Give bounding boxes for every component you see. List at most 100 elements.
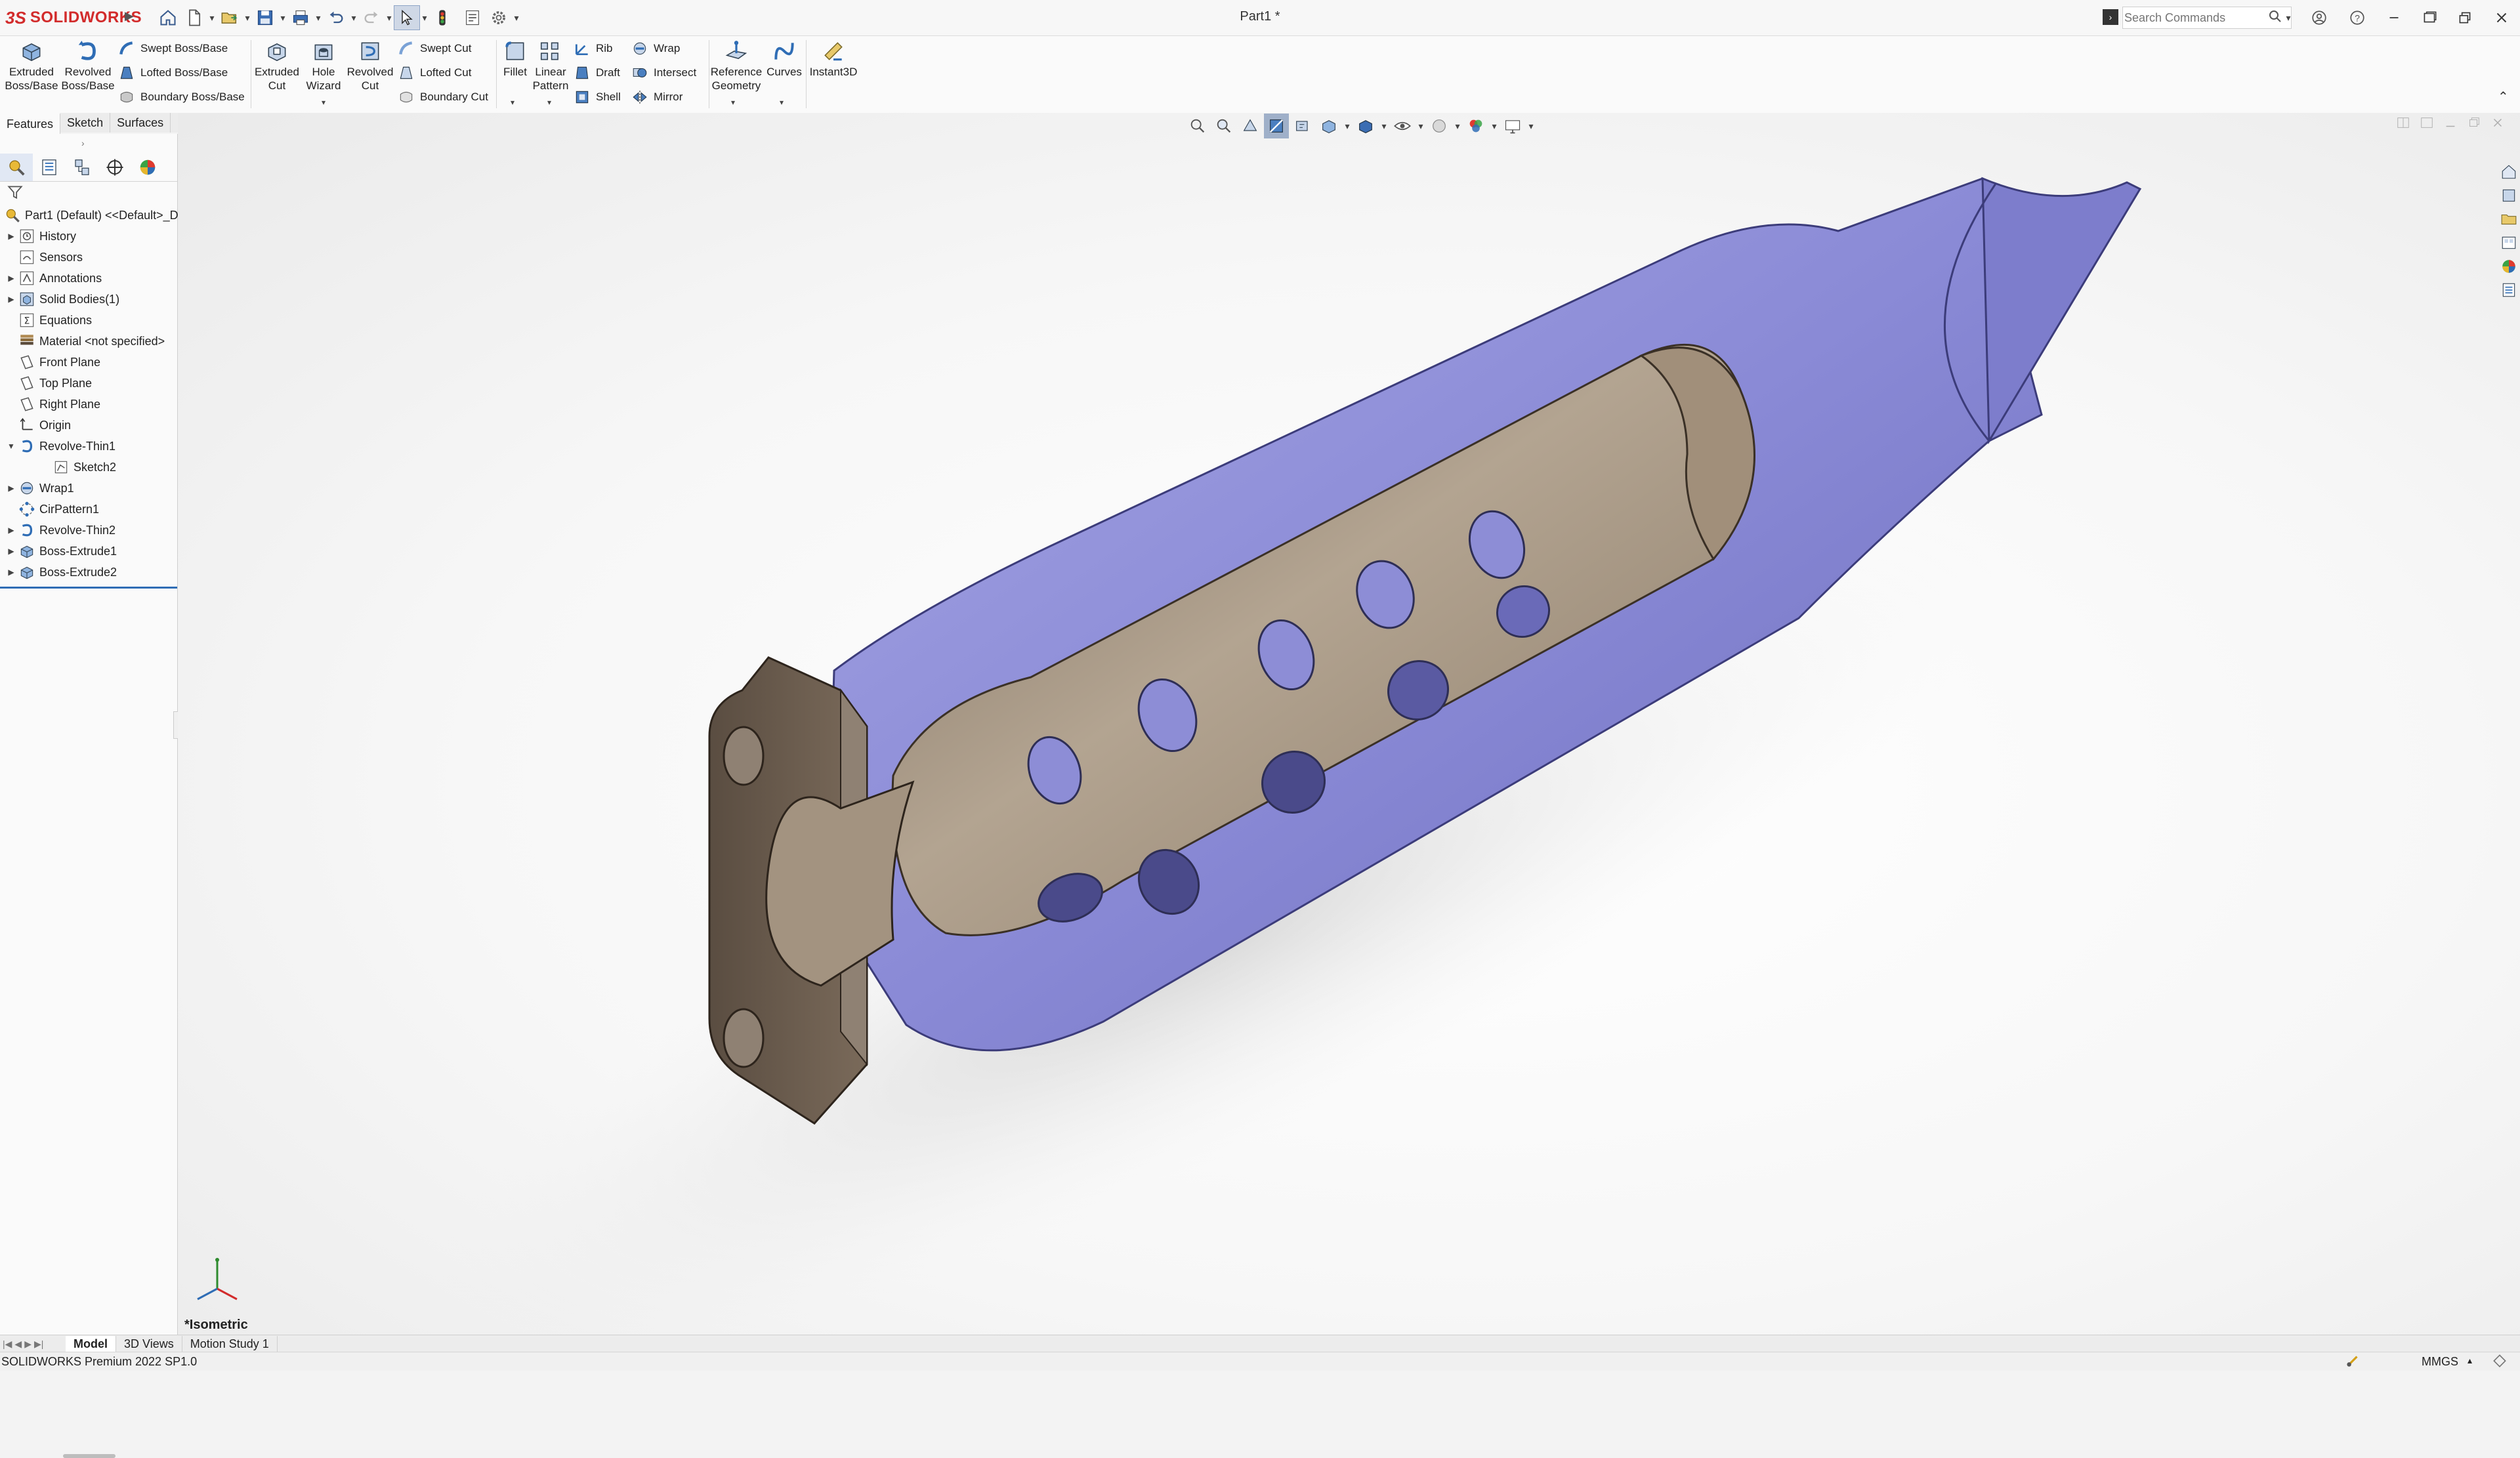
- command-tab-surfaces[interactable]: Surfaces: [110, 113, 171, 133]
- menu-expand-arrow-icon[interactable]: ▶: [125, 9, 134, 23]
- extruded-cut-button[interactable]: Extruded Cut: [253, 39, 301, 104]
- search-commands-input[interactable]: [2123, 10, 2263, 26]
- fillet-button[interactable]: Fillet: [499, 39, 532, 104]
- rib-button[interactable]: Rib: [574, 37, 613, 60]
- restore-down-icon[interactable]: [2448, 5, 2482, 30]
- tree-item-right-plane[interactable]: Right Plane: [5, 394, 100, 415]
- draft-button[interactable]: Draft: [574, 62, 620, 84]
- undo-dropdown-caret[interactable]: ▾: [349, 12, 358, 24]
- featuremanager-tab-icon[interactable]: [0, 154, 33, 181]
- boundary-boss-button[interactable]: Boundary Boss/Base: [118, 86, 245, 108]
- swept-cut-button[interactable]: Swept Cut: [398, 37, 471, 60]
- search-dropdown-caret[interactable]: ▾: [2286, 12, 2291, 24]
- tree-expand-toggle-icon[interactable]: ▶: [5, 232, 17, 241]
- undo-icon[interactable]: [323, 5, 349, 30]
- command-tab-sketch[interactable]: Sketch: [60, 113, 111, 133]
- collapse-ribbon-chevron-icon[interactable]: ⌃: [2498, 89, 2509, 105]
- tree-expand-toggle-icon[interactable]: ▶: [5, 568, 17, 577]
- tree-expand-toggle-icon[interactable]: ▶: [5, 274, 17, 283]
- tree-item-boss-extrude2[interactable]: ▶ Boss-Extrude2: [5, 562, 117, 583]
- tree-item-front-plane[interactable]: Front Plane: [5, 352, 100, 373]
- options-gear-icon[interactable]: [486, 5, 512, 30]
- tree-item-origin[interactable]: Origin: [5, 415, 71, 436]
- filter-icon[interactable]: [7, 184, 24, 204]
- part-root-node[interactable]: Part1 (Default) <<Default>_D: [3, 205, 178, 226]
- prev-tab-arrow-icon[interactable]: ◀: [14, 1339, 22, 1350]
- tree-item-equations[interactable]: Σ Equations: [5, 310, 92, 331]
- tree-item-annotations[interactable]: ▶ Annotations: [5, 268, 102, 289]
- tree-expand-toggle-icon[interactable]: ▶: [5, 547, 17, 556]
- instant3d-button[interactable]: Instant3D: [807, 39, 860, 104]
- swept-boss-button[interactable]: Swept Boss/Base: [118, 37, 228, 60]
- tree-expand-toggle-icon[interactable]: ▶: [5, 526, 17, 535]
- tree-item-sketch2[interactable]: Sketch2: [39, 457, 116, 478]
- new-document-icon[interactable]: [181, 5, 207, 30]
- hole-wizard-button[interactable]: Hole Wizard: [301, 39, 346, 104]
- tree-item-solid-bodies-1[interactable]: ▶ Solid Bodies(1): [5, 289, 119, 310]
- tree-item-wrap1[interactable]: ▶ Wrap1: [5, 478, 74, 499]
- tree-item-revolve-thin1[interactable]: ▼ Revolve-Thin1: [5, 436, 116, 457]
- dimxpertmanager-tab-icon[interactable]: [98, 154, 131, 181]
- tree-item-sensors[interactable]: Sensors: [5, 247, 83, 268]
- new-dropdown-caret[interactable]: ▾: [207, 12, 217, 24]
- command-tab-features[interactable]: Features: [0, 113, 61, 134]
- open-folder-icon[interactable]: [217, 5, 243, 30]
- extruded-boss-button[interactable]: Extruded Boss/Base: [4, 39, 59, 104]
- redo-dropdown-caret[interactable]: ▾: [385, 12, 394, 24]
- open-dropdown-caret[interactable]: ▾: [243, 12, 252, 24]
- tree-expand-toggle-icon[interactable]: ▶: [5, 484, 17, 493]
- print-dropdown-caret[interactable]: ▾: [314, 12, 323, 24]
- bottom-tab-3d-views[interactable]: 3D Views: [116, 1336, 182, 1352]
- search-commands-box[interactable]: ▾: [2122, 7, 2292, 29]
- first-tab-arrow-icon[interactable]: |◀: [3, 1339, 12, 1350]
- home-icon[interactable]: [155, 5, 181, 30]
- reference-geometry-button[interactable]: Reference Geometry: [710, 39, 763, 104]
- boundary-cut-button[interactable]: Boundary Cut: [398, 86, 488, 108]
- select-dropdown-caret[interactable]: ▾: [420, 12, 429, 24]
- shell-button[interactable]: Shell: [574, 86, 621, 108]
- curves-button[interactable]: Curves: [764, 39, 805, 104]
- pattern-dropdown-caret[interactable]: ▾: [547, 96, 551, 108]
- tree-item-top-plane[interactable]: Top Plane: [5, 373, 92, 394]
- hole-wizard-dropdown-caret[interactable]: ▾: [322, 96, 326, 108]
- tree-item-history[interactable]: ▶ History: [5, 226, 76, 247]
- last-tab-arrow-icon[interactable]: ▶|: [34, 1339, 43, 1350]
- configurationmanager-tab-icon[interactable]: [66, 154, 98, 181]
- fillet-dropdown-caret[interactable]: ▾: [511, 96, 514, 108]
- intersect-button[interactable]: Intersect: [631, 62, 696, 84]
- mirror-button[interactable]: Mirror: [631, 86, 682, 108]
- search-icon[interactable]: [2267, 9, 2283, 28]
- panel-scrollbar[interactable]: [63, 1454, 116, 1458]
- revolved-cut-button[interactable]: Revolved Cut: [345, 39, 395, 104]
- options-dropdown-caret[interactable]: ▾: [512, 12, 521, 24]
- user-account-icon[interactable]: [2302, 5, 2336, 30]
- reference-geometry-dropdown-caret[interactable]: ▾: [731, 96, 735, 108]
- wrap-button[interactable]: Wrap: [631, 37, 680, 60]
- units-dropdown-caret[interactable]: ▴: [2468, 1355, 2472, 1366]
- tree-expand-toggle-icon[interactable]: ▶: [5, 295, 17, 304]
- close-icon[interactable]: [2485, 5, 2519, 30]
- save-dropdown-caret[interactable]: ▾: [278, 12, 287, 24]
- select-cursor-icon[interactable]: [394, 5, 420, 30]
- print-icon[interactable]: [287, 5, 314, 30]
- minimize-icon[interactable]: [2377, 5, 2411, 30]
- file-properties-icon[interactable]: [459, 5, 486, 30]
- revolved-boss-button[interactable]: Revolved Boss/Base: [59, 39, 117, 104]
- graphics-area[interactable]: ▾ ▾ ▾ ▾ ▾ ▾ *Isometric: [178, 113, 2520, 1335]
- solidworks-logo[interactable]: 3S SOLIDWORKS: [5, 7, 142, 29]
- tree-item-revolve-thin2[interactable]: ▶ Revolve-Thin2: [5, 520, 116, 541]
- tree-item-boss-extrude1[interactable]: ▶ Boss-Extrude1: [5, 541, 117, 562]
- panel-collapse-handle-icon[interactable]: ›: [81, 138, 85, 148]
- curves-dropdown-caret[interactable]: ▾: [780, 96, 784, 108]
- propertymanager-tab-icon[interactable]: [33, 154, 66, 181]
- save-icon[interactable]: [252, 5, 278, 30]
- bottom-tab-model[interactable]: Model: [66, 1336, 116, 1352]
- lofted-boss-button[interactable]: Lofted Boss/Base: [118, 62, 228, 84]
- linear-pattern-button[interactable]: Linear Pattern: [530, 39, 571, 104]
- displaymanager-tab-icon[interactable]: [131, 154, 164, 181]
- rebuild-status-icon[interactable]: [2344, 1352, 2361, 1373]
- quick-tips-icon[interactable]: [2491, 1352, 2508, 1373]
- redo-icon[interactable]: [358, 5, 385, 30]
- rebuild-traffic-light-icon[interactable]: [429, 5, 455, 30]
- next-tab-arrow-icon[interactable]: ▶: [24, 1339, 32, 1350]
